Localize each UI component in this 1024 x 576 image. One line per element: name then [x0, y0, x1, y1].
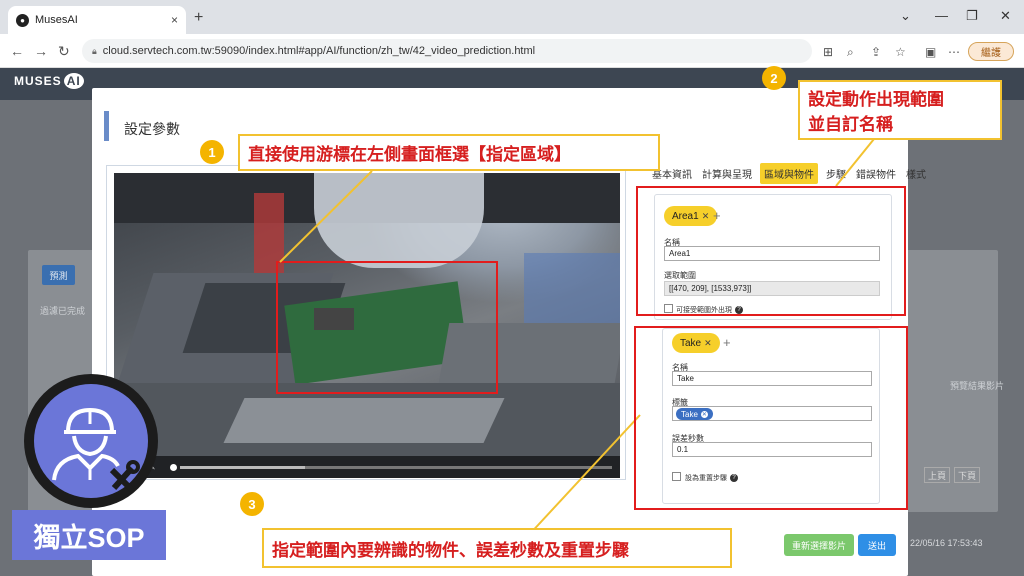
- bg-result-video-text: 預覽結果影片: [950, 381, 1005, 391]
- tab-area-object[interactable]: 區域與物件: [760, 162, 818, 184]
- step-2-line-1: 設定動作出現範圍: [808, 90, 944, 109]
- action-highlight-box: [634, 326, 908, 510]
- address-bar[interactable]: 🔒︎ cloud.servtech.com.tw:59090/index.htm…: [82, 39, 812, 63]
- reselect-video-button[interactable]: 重新選擇影片: [784, 534, 854, 556]
- area-highlight-box: [636, 186, 906, 316]
- extensions-icon[interactable]: ⋯: [948, 45, 960, 59]
- minimize-icon[interactable]: —: [935, 8, 948, 23]
- profile-login-button[interactable]: 繼護: [968, 42, 1014, 61]
- url-text: cloud.servtech.com.tw:59090/index.html#a…: [102, 45, 536, 57]
- bg-timestamp: 22/05/16 17:53:43: [910, 538, 983, 548]
- muses-ai-logo: MUSES AI: [14, 73, 84, 89]
- title-accent-bar: [104, 111, 109, 141]
- share-icon[interactable]: ⇪: [871, 45, 881, 59]
- worker-wrench-icon: [52, 407, 140, 493]
- submit-button[interactable]: 送出: [858, 534, 896, 556]
- tab-search-chevron-icon[interactable]: ⌄: [900, 8, 911, 24]
- reload-icon[interactable]: ↻: [58, 43, 70, 60]
- lock-icon: 🔒︎: [92, 45, 97, 56]
- settings-tabs: 基本資訊 計算與呈現 區域與物件 步驟 錯誤物件 樣式: [650, 162, 928, 184]
- new-tab-button[interactable]: +: [194, 9, 203, 27]
- tab-style[interactable]: 樣式: [904, 163, 928, 184]
- step-2-callout: 設定動作出現範圍 並自訂名稱: [798, 80, 1002, 140]
- muses-favicon-icon: ●: [16, 13, 29, 27]
- step-3-badge: 3: [240, 492, 264, 516]
- tab-steps[interactable]: 步驟: [824, 163, 848, 184]
- step-2-badge: 2: [762, 66, 786, 90]
- sop-logo: [34, 384, 148, 498]
- step-3-callout: 指定範圍內要辨識的物件、誤差秒數及重置步驟: [262, 528, 732, 568]
- sop-label: 獨立SOP: [12, 510, 166, 560]
- bg-filter-text: 過濾已完成: [40, 306, 86, 316]
- back-arrow-icon[interactable]: ←: [10, 43, 24, 59]
- scrubber-handle[interactable]: [170, 464, 177, 471]
- selected-area-rectangle[interactable]: [276, 261, 498, 394]
- step-1-badge: 1: [200, 140, 224, 164]
- tab-title: MusesAI: [35, 14, 78, 26]
- restore-icon[interactable]: ❐: [966, 8, 978, 24]
- bg-preview-button[interactable]: 預測: [42, 265, 75, 285]
- sidebar-icon[interactable]: ▣: [925, 45, 936, 59]
- step-2-line-2: 並自訂名稱: [808, 115, 893, 134]
- tab-close-icon[interactable]: ×: [171, 13, 178, 27]
- bg-prev-page-button[interactable]: 上頁: [924, 467, 950, 483]
- step-1-callout: 直接使用游標在左側畫面框選【指定區域】: [238, 134, 660, 171]
- tab-error-objects[interactable]: 錯誤物件: [854, 163, 898, 184]
- video-buffered: [180, 466, 305, 469]
- translate-icon[interactable]: ⊞: [823, 45, 833, 59]
- bookmark-star-icon[interactable]: ☆: [895, 45, 906, 59]
- forward-arrow-icon[interactable]: →: [34, 43, 48, 59]
- bg-next-page-button[interactable]: 下頁: [954, 467, 980, 483]
- zoom-icon[interactable]: ⌕: [847, 45, 854, 60]
- modal-title: 設定參數: [124, 121, 180, 137]
- window-close-icon[interactable]: ✕: [1000, 8, 1011, 24]
- browser-tab[interactable]: ● MusesAI ×: [8, 6, 186, 34]
- tab-calc-display[interactable]: 計算與呈現: [700, 163, 754, 184]
